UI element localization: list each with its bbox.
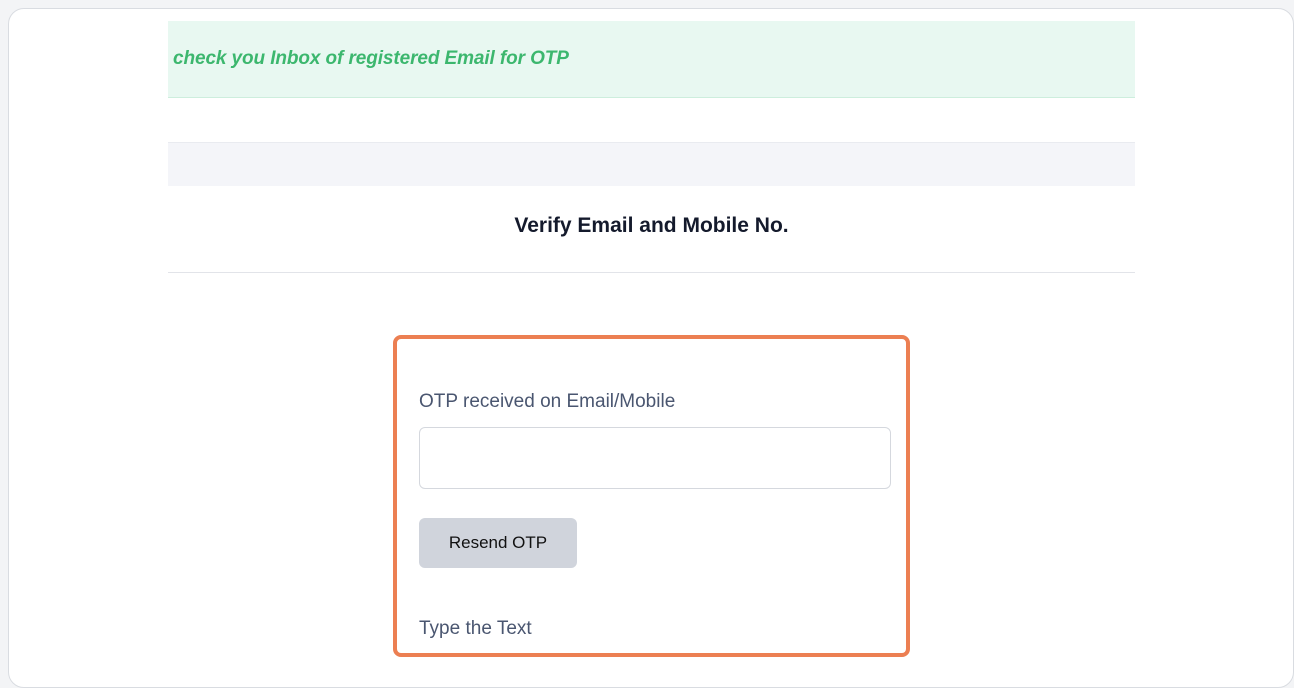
otp-sent-alert: check you Inbox of registered Email for …	[168, 21, 1135, 98]
otp-input-label: OTP received on Email/Mobile	[419, 391, 676, 412]
title-divider	[168, 272, 1135, 273]
browser-frame: check you Inbox of registered Email for …	[8, 8, 1294, 688]
captcha-label: Type the Text	[419, 618, 532, 639]
section-separator-band	[168, 142, 1135, 186]
otp-input[interactable]	[419, 427, 891, 489]
resend-otp-button[interactable]: Resend OTP	[419, 518, 577, 568]
otp-form-highlight: OTP received on Email/Mobile Resend OTP …	[393, 335, 910, 657]
page-title: Verify Email and Mobile No.	[514, 214, 789, 237]
alert-message: check you Inbox of registered Email for …	[173, 48, 569, 69]
